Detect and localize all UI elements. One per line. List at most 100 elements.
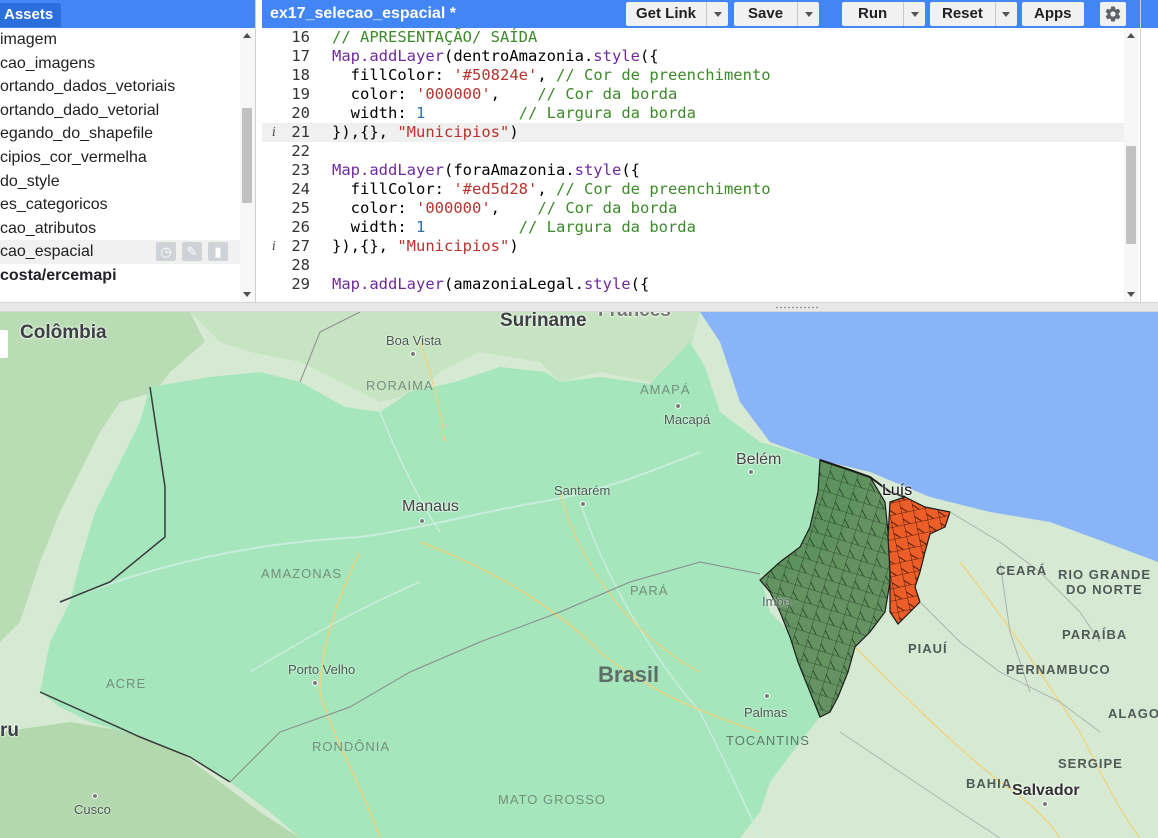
scroll-up-icon[interactable] bbox=[1127, 33, 1135, 38]
asset-item[interactable]: imagem bbox=[0, 28, 240, 52]
code-token: '#50824e' bbox=[453, 66, 538, 84]
code-token: width: bbox=[332, 218, 416, 236]
city-marker bbox=[1042, 801, 1048, 807]
label-mato-grosso: MATO GROSSO bbox=[498, 792, 607, 807]
line-number: 28 bbox=[291, 256, 310, 274]
label-belem: Belém bbox=[736, 451, 782, 468]
asset-item-label: do_style bbox=[0, 172, 60, 190]
code-content: }),{}, "Municipios") bbox=[332, 237, 519, 256]
code-line[interactable]: 24 fillColor: '#ed5d28', // Cor de preen… bbox=[262, 180, 1124, 199]
code-token: }),{}, bbox=[332, 237, 398, 255]
map-control-edge[interactable] bbox=[0, 330, 8, 358]
label-roraima: RORAIMA bbox=[366, 378, 434, 393]
save-button[interactable]: Save bbox=[734, 2, 820, 26]
label-pernambuco: PERNAMBUCO bbox=[1006, 662, 1111, 677]
label-imperatriz: Impe bbox=[762, 594, 791, 609]
code-line[interactable]: 23 Map.addLayer(foraAmazonia.style({ bbox=[262, 161, 1124, 180]
asset-item-label: imagem bbox=[0, 31, 57, 48]
code-line[interactable]: 29 Map.addLayer(amazoniaLegal.style({ bbox=[262, 275, 1124, 294]
label-amazonas: AMAZONAS bbox=[261, 566, 342, 581]
asset-item[interactable]: ortando_dados_vetoriais bbox=[0, 75, 240, 99]
edit-icon[interactable]: ✎ bbox=[182, 242, 202, 262]
asset-item[interactable]: do_style bbox=[0, 170, 240, 194]
code-scrollbar[interactable] bbox=[1124, 28, 1138, 302]
asset-item[interactable]: costa/ercemapi bbox=[0, 264, 240, 288]
reset-dropdown[interactable] bbox=[994, 2, 1017, 26]
assets-scrollbar[interactable] bbox=[240, 28, 255, 302]
code-line[interactable]: 22 bbox=[262, 142, 1124, 161]
label-tocantins: TOCANTINS bbox=[726, 733, 810, 748]
code-content: Map.addLayer(foraAmazonia.style({ bbox=[332, 161, 640, 180]
code-token: 1 bbox=[416, 104, 426, 122]
asset-item[interactable]: cipios_cor_vermelha bbox=[0, 146, 240, 170]
reset-button[interactable]: Reset bbox=[930, 2, 1017, 26]
assets-tab[interactable]: Assets bbox=[0, 3, 62, 27]
code-line[interactable]: i 21}),{}, "Municipios") bbox=[262, 123, 1124, 142]
save-dropdown[interactable] bbox=[797, 2, 819, 26]
code-token: // Cor de preenchimento bbox=[556, 180, 771, 198]
code-line[interactable]: 28 bbox=[262, 256, 1124, 275]
delete-icon[interactable]: ▮ bbox=[208, 242, 228, 262]
code-line[interactable]: 25 color: '000000', // Cor da borda bbox=[262, 199, 1124, 218]
apps-button[interactable]: Apps bbox=[1022, 2, 1084, 26]
save-label: Save bbox=[748, 5, 784, 22]
asset-item-label: cao_espacial bbox=[0, 243, 94, 261]
asset-item[interactable]: egando_do_shapefile bbox=[0, 122, 240, 146]
run-button[interactable]: Run bbox=[842, 2, 926, 26]
label-macapa: Macapá bbox=[664, 412, 711, 427]
code-token: // Largura da borda bbox=[518, 218, 696, 236]
city-marker bbox=[92, 793, 98, 799]
get-link-button[interactable]: Get Link bbox=[626, 2, 729, 26]
scroll-up-icon[interactable] bbox=[243, 33, 251, 38]
asset-actions: ◷ ✎ ▮ bbox=[156, 242, 228, 262]
asset-item[interactable]: ortando_dado_vetorial bbox=[0, 99, 240, 123]
map-view[interactable]: Colômbia Suriname Frances Boa Vista RORA… bbox=[0, 312, 1158, 838]
code-area[interactable]: 16// APRESENTAÇÃO/ SAÍDA 17 Map.addLayer(d… bbox=[262, 28, 1124, 302]
asset-item-label: cipios_cor_vermelha bbox=[0, 148, 147, 166]
run-dropdown[interactable] bbox=[903, 2, 925, 26]
code-content: // APRESENTAÇÃO/ SAÍDA bbox=[332, 28, 537, 47]
label-brasil: Brasil bbox=[598, 662, 660, 687]
asset-item[interactable]: es_categoricos bbox=[0, 193, 240, 217]
settings-button[interactable] bbox=[1100, 2, 1126, 26]
editor-toolbar: ex17_selecao_espacial * Get Link Save Ru… bbox=[262, 0, 1140, 28]
code-token: color: bbox=[332, 199, 416, 217]
scroll-thumb[interactable] bbox=[242, 108, 252, 203]
code-line[interactable]: 18 fillColor: '#50824e', // Cor de preen… bbox=[262, 66, 1124, 85]
code-line[interactable]: i 27}),{}, "Municipios") bbox=[262, 237, 1124, 256]
asset-item[interactable]: cao_atributos bbox=[0, 217, 240, 241]
label-alagoas: ALAGO bbox=[1108, 706, 1158, 721]
code-line[interactable]: 16 // APRESENTAÇÃO/ SAÍDA bbox=[262, 28, 1124, 47]
code-content: fillColor: '#50824e', // Cor de preenchi… bbox=[332, 66, 771, 85]
label-porto-velho: Porto Velho bbox=[288, 662, 356, 677]
get-link-dropdown[interactable] bbox=[706, 2, 728, 26]
line-number: 17 bbox=[291, 47, 310, 65]
history-icon[interactable]: ◷ bbox=[156, 242, 176, 262]
code-line[interactable]: 17 Map.addLayer(dentroAmazonia.style({ bbox=[262, 47, 1124, 66]
code-content: Map.addLayer(dentroAmazonia.style({ bbox=[332, 47, 659, 66]
asset-item-label: costa/ercemapi bbox=[0, 266, 117, 284]
scroll-thumb[interactable] bbox=[1126, 146, 1136, 244]
scroll-down-icon[interactable] bbox=[243, 292, 251, 297]
code-token: (foraAmazonia. bbox=[443, 161, 575, 179]
asset-item[interactable]: cao_espacial ◷ ✎ ▮ bbox=[0, 240, 240, 264]
code-line[interactable]: 19 color: '000000', // Cor da borda bbox=[262, 85, 1124, 104]
code-token: (amazoniaLegal. bbox=[443, 275, 584, 293]
splitter-grip[interactable] bbox=[775, 306, 819, 309]
code-line[interactable]: 26 width: 1 // Largura da borda bbox=[262, 218, 1124, 237]
assets-header: Assets bbox=[0, 0, 255, 28]
code-token: Map.addLayer bbox=[332, 275, 444, 293]
label-piaui: PIAUÍ bbox=[908, 641, 948, 656]
line-number: 27 bbox=[291, 237, 310, 255]
code-token: // Cor da borda bbox=[537, 199, 678, 217]
code-editor-panel: ex17_selecao_espacial * Get Link Save Ru… bbox=[262, 0, 1140, 302]
panel-splitter[interactable] bbox=[0, 302, 1158, 312]
reset-label: Reset bbox=[942, 5, 983, 22]
scroll-down-icon[interactable] bbox=[1127, 292, 1135, 297]
asset-item[interactable]: cao_imagens bbox=[0, 52, 240, 76]
code-line[interactable]: 20 width: 1 // Largura da borda bbox=[262, 104, 1124, 123]
line-number: 18 bbox=[291, 66, 310, 84]
asset-item-label: cao_atributos bbox=[0, 219, 97, 237]
